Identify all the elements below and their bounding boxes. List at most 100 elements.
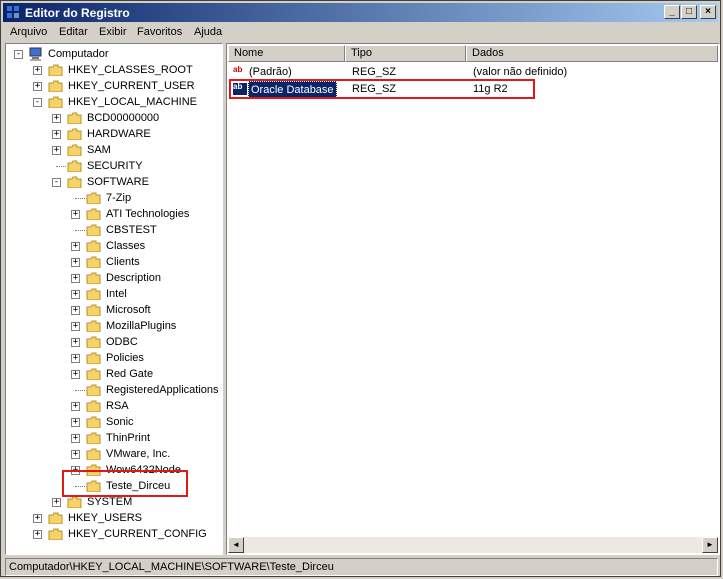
tree-root-label: Computador bbox=[48, 48, 109, 60]
menu-ajuda[interactable]: Ajuda bbox=[194, 26, 222, 38]
tree-node-label: Description bbox=[106, 272, 162, 284]
tree-node[interactable]: + HKEY_USERS bbox=[31, 510, 222, 526]
expand-icon[interactable]: + bbox=[33, 66, 42, 75]
collapse-icon[interactable]: - bbox=[33, 98, 42, 107]
minimize-button[interactable]: _ bbox=[664, 5, 680, 19]
tree-node[interactable]: + HKEY_CURRENT_CONFIG bbox=[31, 526, 222, 542]
tree-node-label: Microsoft bbox=[106, 304, 151, 316]
tree-node[interactable]: + ATI Technologies bbox=[69, 206, 222, 222]
tree-node[interactable]: + Sonic bbox=[69, 414, 222, 430]
folder-icon bbox=[48, 96, 63, 108]
tree-node[interactable]: + Clients bbox=[69, 254, 222, 270]
expand-icon[interactable]: + bbox=[71, 418, 80, 427]
window-title: Editor do Registro bbox=[25, 6, 130, 20]
tree-node[interactable]: 7-Zip bbox=[69, 190, 222, 206]
scroll-right-arrow-icon[interactable]: ► bbox=[702, 537, 718, 553]
tree-node-label: Policies bbox=[106, 352, 144, 364]
expand-icon[interactable]: + bbox=[71, 274, 80, 283]
expand-icon[interactable]: + bbox=[71, 258, 80, 267]
tree-node[interactable]: + VMware, Inc. bbox=[69, 446, 222, 462]
tree-node[interactable]: + Description bbox=[69, 270, 222, 286]
menu-arquivo[interactable]: Arquivo bbox=[10, 26, 47, 38]
tree-node[interactable]: + Classes bbox=[69, 238, 222, 254]
tree-node[interactable]: + Microsoft bbox=[69, 302, 222, 318]
value-name: (Padrão) bbox=[249, 66, 292, 78]
folder-icon bbox=[48, 64, 63, 76]
tree-node[interactable]: + BCD00000000 bbox=[50, 110, 222, 126]
expand-icon[interactable]: + bbox=[71, 306, 80, 315]
tree-node[interactable]: RegisteredApplications bbox=[69, 382, 222, 398]
tree-node-label: MozillaPlugins bbox=[106, 320, 177, 332]
expand-icon[interactable]: + bbox=[71, 210, 80, 219]
tree-node[interactable]: - HKEY_LOCAL_MACHINE bbox=[31, 94, 222, 110]
column-header-dados[interactable]: Dados bbox=[466, 45, 718, 62]
expand-icon[interactable]: + bbox=[71, 322, 80, 331]
expand-icon[interactable]: + bbox=[33, 530, 42, 539]
expand-icon[interactable]: + bbox=[52, 130, 61, 139]
tree-root[interactable]: - Computador bbox=[12, 46, 212, 62]
tree-node-label: RegisteredApplications bbox=[106, 384, 219, 396]
tree-node[interactable]: + MozillaPlugins bbox=[69, 318, 222, 334]
tree-node-label: HARDWARE bbox=[87, 128, 151, 140]
tree-node-label: SECURITY bbox=[87, 160, 143, 172]
folder-icon bbox=[67, 128, 82, 140]
folder-icon bbox=[86, 320, 101, 332]
expand-icon[interactable]: + bbox=[52, 114, 61, 123]
tree-node-label: HKEY_CURRENT_USER bbox=[68, 80, 195, 92]
tree-node[interactable]: + Intel bbox=[69, 286, 222, 302]
expand-icon[interactable]: + bbox=[52, 146, 61, 155]
tree-node[interactable]: + ThinPrint bbox=[69, 430, 222, 446]
title-bar[interactable]: Editor do Registro _ □ × bbox=[3, 3, 718, 22]
folder-icon bbox=[86, 288, 101, 300]
horizontal-scrollbar[interactable]: ◄ ► bbox=[228, 537, 718, 553]
value-type: REG_SZ bbox=[352, 66, 397, 78]
folder-icon bbox=[86, 224, 101, 236]
maximize-button[interactable]: □ bbox=[681, 5, 697, 19]
tree-connector bbox=[75, 230, 85, 231]
tree-node[interactable]: + HKEY_CURRENT_USER bbox=[31, 78, 222, 94]
expand-icon[interactable]: + bbox=[71, 338, 80, 347]
expand-icon[interactable]: + bbox=[71, 290, 80, 299]
menu-editar[interactable]: Editar bbox=[59, 26, 88, 38]
tree-node[interactable]: + SAM bbox=[50, 142, 222, 158]
folder-icon bbox=[48, 512, 63, 524]
folder-icon bbox=[86, 368, 101, 380]
menu-favoritos[interactable]: Favoritos bbox=[137, 26, 182, 38]
tree-node-label: SOFTWARE bbox=[87, 176, 149, 188]
expand-icon[interactable]: + bbox=[71, 354, 80, 363]
tree-node-label: HKEY_CLASSES_ROOT bbox=[68, 64, 193, 76]
column-header-tipo[interactable]: Tipo bbox=[345, 45, 466, 62]
menu-exibir[interactable]: Exibir bbox=[99, 26, 127, 38]
folder-icon bbox=[86, 400, 101, 412]
annotation-box-tree bbox=[62, 470, 188, 497]
values-list[interactable]: Nome Tipo Dados ab (Padrão) REG_SZ (valo… bbox=[226, 43, 720, 555]
tree-node[interactable]: + Red Gate bbox=[69, 366, 222, 382]
collapse-icon[interactable]: - bbox=[14, 50, 23, 59]
expand-icon[interactable]: + bbox=[71, 370, 80, 379]
menu-bar: Arquivo Editar Exibir Favoritos Ajuda bbox=[3, 23, 718, 42]
folder-icon bbox=[86, 256, 101, 268]
expand-icon[interactable]: + bbox=[71, 402, 80, 411]
expand-icon[interactable]: + bbox=[52, 498, 61, 507]
tree-node[interactable]: CBSTEST bbox=[69, 222, 222, 238]
expand-icon[interactable]: + bbox=[71, 242, 80, 251]
registry-tree[interactable]: - Computador + HKEY_CLASSES_ROOT + HKEY_CUR… bbox=[5, 43, 223, 555]
expand-icon[interactable]: + bbox=[71, 450, 80, 459]
close-button[interactable]: × bbox=[700, 5, 716, 19]
tree-node-label: 7-Zip bbox=[106, 192, 132, 204]
tree-node[interactable]: + HKEY_CLASSES_ROOT bbox=[31, 62, 222, 78]
tree-node-label: VMware, Inc. bbox=[106, 448, 171, 460]
scroll-left-arrow-icon[interactable]: ◄ bbox=[228, 537, 244, 553]
tree-node[interactable]: - SOFTWARE bbox=[50, 174, 222, 190]
tree-node[interactable]: + HARDWARE bbox=[50, 126, 222, 142]
tree-node[interactable]: + Policies bbox=[69, 350, 222, 366]
column-header-nome[interactable]: Nome bbox=[228, 45, 345, 62]
tree-node[interactable]: + ODBC bbox=[69, 334, 222, 350]
tree-node[interactable]: SECURITY bbox=[50, 158, 222, 174]
expand-icon[interactable]: + bbox=[71, 434, 80, 443]
collapse-icon[interactable]: - bbox=[52, 178, 61, 187]
folder-icon bbox=[67, 160, 82, 172]
tree-node[interactable]: + RSA bbox=[69, 398, 222, 414]
expand-icon[interactable]: + bbox=[33, 514, 42, 523]
expand-icon[interactable]: + bbox=[33, 82, 42, 91]
